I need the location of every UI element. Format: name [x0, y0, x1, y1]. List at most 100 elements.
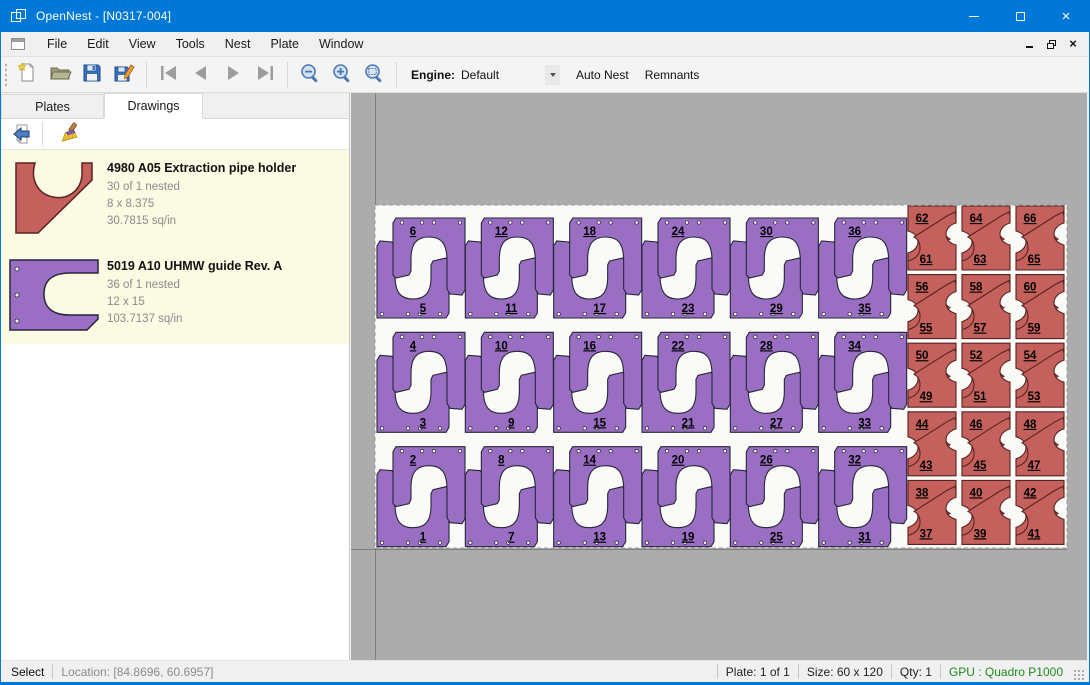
red-part-pair[interactable]: 4241 — [1016, 480, 1064, 544]
menu-item-edit[interactable]: Edit — [77, 33, 119, 55]
auto-nest-button[interactable]: Auto Nest — [568, 63, 637, 87]
part-number-label: 17 — [593, 303, 606, 315]
drawing-list-item[interactable]: 4980 A05 Extraction pipe holder30 of 1 n… — [1, 150, 349, 248]
red-part-pair[interactable]: 4645 — [962, 412, 1010, 476]
drill-hole — [645, 312, 648, 315]
red-part-pair[interactable]: 6059 — [1016, 275, 1064, 339]
zoom-out-button[interactable] — [296, 59, 324, 87]
part-number-label: 66 — [1024, 213, 1037, 225]
toolbar-separator — [146, 62, 147, 88]
drill-hole — [900, 221, 903, 224]
red-part-pair[interactable]: 4847 — [1016, 412, 1064, 476]
next-plate-button[interactable] — [219, 59, 247, 87]
maximize-button[interactable] — [997, 0, 1043, 32]
drill-hole — [862, 335, 865, 338]
red-part-pair[interactable]: 5857 — [962, 275, 1010, 339]
red-part-pair[interactable]: 5453 — [1016, 343, 1064, 407]
part-number-label: 47 — [1028, 460, 1041, 472]
zoom-fit-button[interactable] — [360, 59, 388, 87]
drill-hole — [458, 221, 461, 224]
part-number-label: 9 — [508, 417, 514, 429]
drill-hole — [495, 312, 498, 315]
last-plate-button[interactable] — [251, 59, 279, 87]
drill-hole — [609, 335, 612, 338]
main-toolbar: Engine: Default Auto Nest Remnants — [1, 57, 1089, 93]
red-part-pair[interactable]: 6463 — [962, 206, 1010, 270]
red-part-pair[interactable]: 6665 — [1016, 206, 1064, 270]
save-button[interactable] — [78, 59, 106, 87]
drill-hole — [406, 312, 409, 315]
menu-item-window[interactable]: Window — [309, 33, 373, 55]
menu-item-nest[interactable]: Nest — [215, 33, 261, 55]
document-icon[interactable] — [11, 38, 25, 50]
mdi-close-button[interactable]: × — [1065, 37, 1081, 51]
red-part-pair[interactable]: 5251 — [962, 343, 1010, 407]
drill-hole — [754, 335, 757, 338]
save-as-button[interactable] — [110, 59, 138, 87]
drill-hole — [734, 427, 737, 430]
toolbar-grip[interactable] — [4, 62, 8, 88]
mdi-minimize-icon — [1026, 46, 1033, 48]
red-part-pair[interactable]: 5049 — [908, 343, 956, 407]
drill-hole — [509, 221, 512, 224]
drill-hole — [848, 541, 851, 544]
tab-drawings[interactable]: Drawings — [104, 93, 203, 119]
send-to-plate-button[interactable] — [7, 121, 37, 147]
minimize-icon — [969, 16, 979, 17]
drawing-list-item[interactable]: 5019 A10 UHMW guide Rev. A36 of 1 nested… — [1, 248, 349, 344]
zoom-fit-icon — [362, 61, 386, 85]
red-part-pair[interactable]: 4039 — [962, 480, 1010, 544]
part-number-label: 5 — [420, 303, 427, 315]
part-number-label: 34 — [848, 340, 861, 352]
drill-hole — [406, 541, 409, 544]
tab-plates[interactable]: Plates — [1, 94, 104, 118]
red-part-pair[interactable]: 4443 — [908, 412, 956, 476]
clean-button[interactable] — [54, 121, 84, 147]
drill-hole — [792, 541, 795, 544]
open-file-button[interactable] — [46, 59, 74, 87]
menu-item-view[interactable]: View — [119, 33, 166, 55]
part-thumbnail-pipe-holder — [8, 158, 100, 238]
red-part-pair[interactable]: 3837 — [908, 480, 956, 544]
drill-hole — [792, 427, 795, 430]
drill-hole — [609, 221, 612, 224]
menu-item-file[interactable]: File — [37, 33, 77, 55]
close-button[interactable]: × — [1043, 0, 1089, 32]
part-number-label: 7 — [508, 532, 514, 544]
engine-label: Engine: — [411, 68, 455, 82]
engine-combo-dropdown-arrow[interactable] — [545, 65, 560, 85]
drill-hole — [874, 335, 877, 338]
menu-item-plate[interactable]: Plate — [260, 33, 309, 55]
drill-hole — [495, 541, 498, 544]
drill-hole — [438, 541, 441, 544]
drill-hole — [822, 312, 825, 315]
zoom-out-icon — [298, 61, 322, 85]
part-number-label: 43 — [920, 460, 933, 472]
remnants-button[interactable]: Remnants — [637, 63, 708, 87]
application-window: OpenNest - [N0317-004] × FileEditViewToo… — [0, 0, 1090, 685]
drill-hole — [432, 335, 435, 338]
drill-hole — [583, 312, 586, 315]
menu-item-tools[interactable]: Tools — [166, 33, 215, 55]
resize-grip[interactable] — [1073, 669, 1085, 681]
title-bar: OpenNest - [N0317-004] × — [1, 0, 1089, 32]
part-number-label: 10 — [495, 340, 508, 352]
red-part-pair[interactable]: 6261 — [908, 206, 956, 270]
previous-plate-button[interactable] — [187, 59, 215, 87]
drawing-size: 12 x 15 — [107, 294, 282, 311]
first-plate-button[interactable] — [155, 59, 183, 87]
drill-hole — [597, 335, 600, 338]
drill-hole — [786, 449, 789, 452]
mdi-restore-button[interactable] — [1043, 37, 1059, 51]
minimize-button[interactable] — [951, 0, 997, 32]
new-file-button[interactable] — [14, 59, 42, 87]
panel-toolbar — [1, 119, 349, 150]
zoom-in-button[interactable] — [328, 59, 356, 87]
part-number-label: 62 — [916, 213, 929, 225]
red-part-pair[interactable]: 5655 — [908, 275, 956, 339]
engine-combo-value[interactable]: Default — [461, 68, 545, 82]
nest-canvas[interactable]: 6512111817242330293635431091615222128273… — [351, 93, 1087, 660]
save-icon — [80, 61, 104, 85]
status-qty: Qty: 1 — [900, 665, 932, 679]
mdi-minimize-button[interactable] — [1021, 37, 1037, 51]
